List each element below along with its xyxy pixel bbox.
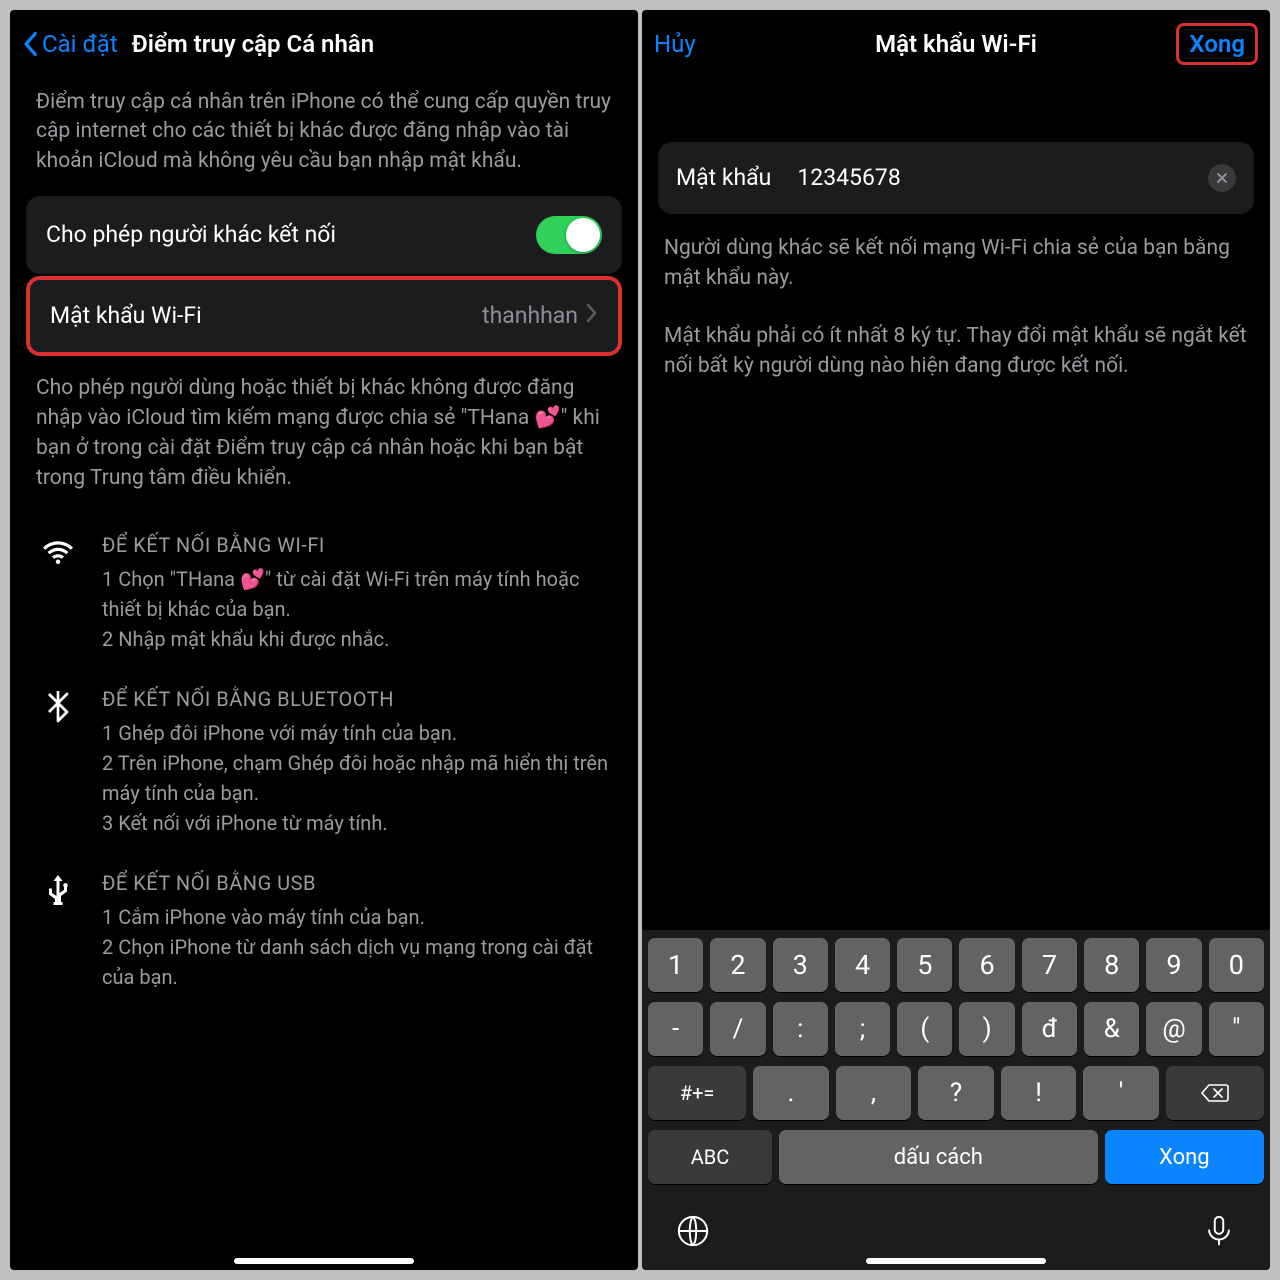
key-abc[interactable]: ABC: [648, 1130, 772, 1184]
key-slash[interactable]: /: [710, 1002, 765, 1056]
usb-icon: [36, 868, 80, 992]
key-amp[interactable]: &: [1084, 1002, 1139, 1056]
key-rparen[interactable]: ): [959, 1002, 1014, 1056]
key-comma[interactable]: ,: [836, 1066, 912, 1120]
bluetooth-icon: [36, 684, 80, 838]
allow-others-toggle[interactable]: [536, 216, 602, 254]
wifi-password-value: thanhhan: [482, 300, 578, 332]
home-indicator[interactable]: [234, 1258, 414, 1264]
usb-instr-title: ĐỂ KẾT NỐI BẰNG USB: [102, 868, 612, 898]
navbar: Hủy Mật khẩu Wi-Fi Xong: [642, 10, 1270, 82]
key-5[interactable]: 5: [897, 938, 952, 992]
allow-others-row[interactable]: Cho phép người khác kết nối: [26, 196, 622, 274]
password-field-row[interactable]: Mật khẩu 12345678: [658, 142, 1254, 214]
settings-group: Cho phép người khác kết nối: [26, 196, 622, 274]
key-3[interactable]: 3: [773, 938, 828, 992]
bt-instr-line3: 3 Kết nối với iPhone từ máy tính.: [102, 808, 612, 838]
screen-wifi-password: Hủy Mật khẩu Wi-Fi Xong Mật khẩu 1234567…: [642, 10, 1270, 1270]
wifi-password-row[interactable]: Mật khẩu Wi-Fi thanhhan: [26, 276, 622, 356]
key-1[interactable]: 1: [648, 938, 703, 992]
chevron-right-icon: [586, 300, 598, 332]
usb-instructions: ĐỂ KẾT NỐI BẰNG USB 1 Cắm iPhone vào máy…: [26, 866, 622, 1020]
key-symbols[interactable]: #+=: [648, 1066, 746, 1120]
wifi-instr-line1: 1 Chọn "THana 💕" từ cài đặt Wi-Fi trên m…: [102, 564, 612, 624]
bluetooth-instructions: ĐỂ KẾT NỐI BẰNG BLUETOOTH 1 Ghép đôi iPh…: [26, 682, 622, 866]
key-6[interactable]: 6: [959, 938, 1014, 992]
done-button[interactable]: Xong: [1176, 23, 1258, 65]
key-question[interactable]: ?: [918, 1066, 994, 1120]
page-title: Điểm truy cập Cá nhân: [132, 30, 374, 58]
close-icon: [1216, 172, 1228, 184]
wifi-password-label: Mật khẩu Wi-Fi: [50, 300, 482, 332]
key-8[interactable]: 8: [1084, 938, 1139, 992]
chevron-left-icon: [22, 31, 38, 57]
back-label: Cài đặt: [42, 30, 118, 58]
wifi-instr-title: ĐỂ KẾT NỐI BẰNG WI-FI: [102, 530, 612, 560]
cancel-button[interactable]: Hủy: [654, 30, 696, 58]
backspace-icon: [1200, 1083, 1230, 1103]
key-row-4: ABC dấu cách Xong: [648, 1130, 1264, 1184]
key-quote[interactable]: ": [1209, 1002, 1264, 1056]
keyboard: 1 2 3 4 5 6 7 8 9 0 - / : ; ( ) đ & @ " …: [642, 930, 1270, 1270]
password-desc-2: Mật khẩu phải có ít nhất 8 ký tự. Thay đ…: [658, 322, 1254, 410]
back-button[interactable]: Cài đặt: [22, 30, 118, 58]
home-indicator[interactable]: [866, 1258, 1046, 1264]
key-2[interactable]: 2: [710, 938, 765, 992]
wifi-icon: [36, 530, 80, 654]
key-row-2: - / : ; ( ) đ & @ ": [648, 1002, 1264, 1056]
content-area: Điểm truy cập cá nhân trên iPhone có thể…: [10, 82, 638, 1270]
key-0[interactable]: 0: [1209, 938, 1264, 992]
key-done[interactable]: Xong: [1105, 1130, 1264, 1184]
key-exclaim[interactable]: !: [1001, 1066, 1077, 1120]
wifi-instr-line2: 2 Nhập mật khẩu khi được nhắc.: [102, 624, 612, 654]
key-d[interactable]: đ: [1022, 1002, 1077, 1056]
bt-instr-title: ĐỂ KẾT NỐI BẰNG BLUETOOTH: [102, 684, 612, 714]
password-input[interactable]: 12345678: [797, 162, 1208, 194]
usb-instr-line2: 2 Chọn iPhone từ danh sách dịch vụ mạng …: [102, 932, 612, 992]
key-lparen[interactable]: (: [897, 1002, 952, 1056]
keyboard-bottom: [648, 1194, 1264, 1252]
bt-instr-line1: 1 Ghép đôi iPhone với máy tính của bạn.: [102, 718, 612, 748]
key-row-3: #+= . , ? ! ': [648, 1066, 1264, 1120]
key-space[interactable]: dấu cách: [779, 1130, 1098, 1184]
clear-button[interactable]: [1208, 164, 1236, 192]
key-backspace[interactable]: [1166, 1066, 1264, 1120]
key-period[interactable]: .: [753, 1066, 829, 1120]
mic-button[interactable]: [1202, 1214, 1236, 1252]
content-area: Mật khẩu 12345678 Người dùng khác sẽ kết…: [642, 82, 1270, 930]
key-row-1: 1 2 3 4 5 6 7 8 9 0: [648, 938, 1264, 992]
key-semicolon[interactable]: ;: [835, 1002, 890, 1056]
key-4[interactable]: 4: [835, 938, 890, 992]
bt-instr-line2: 2 Trên iPhone, chạm Ghép đôi hoặc nhập m…: [102, 748, 612, 808]
screen-personal-hotspot: Cài đặt Điểm truy cập Cá nhân Điểm truy …: [10, 10, 638, 1270]
password-desc-1: Người dùng khác sẽ kết nối mạng Wi-Fi ch…: [658, 234, 1254, 322]
globe-button[interactable]: [676, 1214, 710, 1252]
intro-text: Điểm truy cập cá nhân trên iPhone có thể…: [26, 82, 622, 196]
password-label: Mật khẩu: [676, 162, 771, 194]
wifi-instructions: ĐỂ KẾT NỐI BẰNG WI-FI 1 Chọn "THana 💕" t…: [26, 528, 622, 682]
usb-instr-line1: 1 Cắm iPhone vào máy tính của bạn.: [102, 902, 612, 932]
allow-others-label: Cho phép người khác kết nối: [46, 219, 536, 251]
globe-icon: [676, 1214, 710, 1248]
page-title: Mật khẩu Wi-Fi: [875, 30, 1037, 58]
key-7[interactable]: 7: [1022, 938, 1077, 992]
mic-icon: [1202, 1214, 1236, 1248]
key-colon[interactable]: :: [773, 1002, 828, 1056]
key-apostrophe[interactable]: ': [1083, 1066, 1159, 1120]
key-9[interactable]: 9: [1146, 938, 1201, 992]
footer-text: Cho phép người dùng hoặc thiết bị khác k…: [26, 360, 622, 527]
key-at[interactable]: @: [1146, 1002, 1201, 1056]
key-dash[interactable]: -: [648, 1002, 703, 1056]
navbar: Cài đặt Điểm truy cập Cá nhân: [10, 10, 638, 82]
